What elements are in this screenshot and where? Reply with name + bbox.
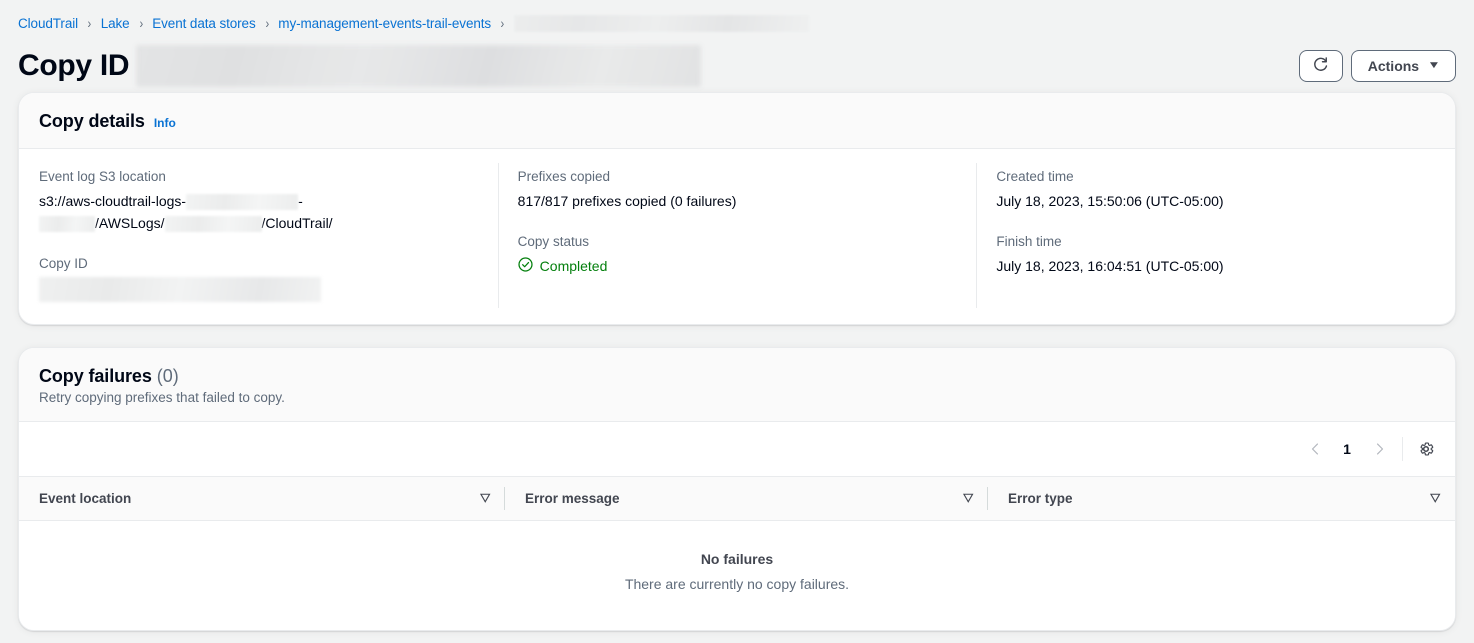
- table-toolbar: 1: [19, 422, 1455, 476]
- gear-icon[interactable]: [1411, 434, 1441, 464]
- breadcrumb-item-lake[interactable]: Lake: [101, 16, 130, 31]
- breadcrumb-separator-icon: ›: [87, 15, 91, 31]
- s3-location-prefix: s3://aws-cloudtrail-logs-: [39, 193, 186, 209]
- table-header-row: Event location ▽ Error message ▽ Error t…: [19, 477, 1455, 521]
- field-label: Finish time: [996, 232, 1435, 251]
- chevron-left-icon[interactable]: [1300, 434, 1330, 464]
- empty-state: No failures There are currently no copy …: [19, 521, 1455, 631]
- field-label: Copy status: [518, 232, 957, 251]
- chevron-right-icon[interactable]: [1364, 434, 1394, 464]
- copy-failures-card: Copy failures (0) Retry copying prefixes…: [18, 347, 1456, 631]
- page-title-group: Copy ID: [18, 45, 701, 87]
- field-value: s3://aws-cloudtrail-logs- - /AWSLogs/ /Clo…: [39, 190, 478, 234]
- s3-location-dash: -: [298, 193, 303, 209]
- column-header-event-location[interactable]: Event location ▽: [19, 477, 505, 521]
- breadcrumb-separator-icon: ›: [501, 15, 505, 31]
- field-event-log-s3-location: Event log S3 location s3://aws-cloudtrai…: [39, 167, 478, 234]
- copy-failures-table: Event location ▽ Error message ▽ Error t…: [19, 476, 1455, 630]
- page-title: Copy ID: [18, 47, 129, 85]
- breadcrumb-item-cloudtrail[interactable]: CloudTrail: [18, 16, 78, 31]
- refresh-icon: [1312, 56, 1329, 76]
- breadcrumb-item-event-data-stores[interactable]: Event data stores: [152, 16, 255, 31]
- header-actions: Actions ▼: [1299, 50, 1456, 82]
- pagination-page-1[interactable]: 1: [1332, 434, 1362, 464]
- detail-column-middle: Prefixes copied 817/817 prefixes copied …: [498, 167, 977, 302]
- copy-failures-description: Retry copying prefixes that failed to co…: [39, 390, 285, 405]
- detail-column-right: Created time July 18, 2023, 15:50:06 (UT…: [976, 167, 1455, 302]
- copy-details-card: Copy details Info Event log S3 location …: [18, 92, 1456, 325]
- column-header-label: Error type: [1008, 491, 1073, 506]
- field-label: Created time: [996, 167, 1435, 186]
- sort-icon: ▽: [480, 493, 490, 504]
- s3-location-suffix: /CloudTrail/: [262, 215, 333, 231]
- chevron-down-icon: ▼: [1427, 61, 1440, 71]
- field-value: July 18, 2023, 16:04:51 (UTC-05:00): [996, 255, 1435, 277]
- s3-account-redacted: [186, 194, 298, 210]
- status-label: Completed: [540, 255, 608, 277]
- field-finish-time: Finish time July 18, 2023, 16:04:51 (UTC…: [996, 232, 1435, 277]
- empty-state-description: There are currently no copy failures.: [19, 576, 1455, 592]
- table-header: Event location ▽ Error message ▽ Error t…: [19, 477, 1455, 521]
- breadcrumb-separator-icon: ›: [265, 15, 269, 31]
- column-header-error-message[interactable]: Error message ▽: [505, 477, 988, 521]
- info-link[interactable]: Info: [154, 116, 176, 130]
- field-prefixes-copied: Prefixes copied 817/817 prefixes copied …: [518, 167, 957, 212]
- s3-account-id-redacted: [165, 216, 262, 232]
- field-copy-id: Copy ID: [39, 254, 478, 302]
- copy-failures-title: Copy failures: [39, 366, 152, 387]
- column-header-error-type[interactable]: Error type ▽: [988, 477, 1455, 521]
- page-header: Copy ID Actions ▼: [0, 34, 1474, 92]
- table-empty-row: No failures There are currently no copy …: [19, 521, 1455, 631]
- copy-details-header: Copy details Info: [19, 93, 1455, 149]
- s3-region-redacted: [39, 216, 95, 232]
- field-value: 817/817 prefixes copied (0 failures): [518, 190, 957, 212]
- field-label: Prefixes copied: [518, 167, 957, 186]
- column-header-label: Event location: [39, 491, 131, 506]
- sort-icon: ▽: [963, 493, 973, 504]
- empty-state-title: No failures: [19, 551, 1455, 567]
- detail-column-left: Event log S3 location s3://aws-cloudtrai…: [19, 167, 498, 302]
- field-label: Event log S3 location: [39, 167, 478, 186]
- copy-details-title: Copy details: [39, 111, 145, 132]
- status-badge: Completed: [518, 255, 957, 277]
- field-label: Copy ID: [39, 254, 478, 273]
- column-header-label: Error message: [525, 491, 620, 506]
- actions-button-label: Actions: [1368, 58, 1419, 74]
- copy-failures-header: Copy failures (0) Retry copying prefixes…: [19, 348, 1455, 422]
- copy-details-body: Event log S3 location s3://aws-cloudtrai…: [19, 149, 1455, 324]
- field-created-time: Created time July 18, 2023, 15:50:06 (UT…: [996, 167, 1435, 212]
- breadcrumb-item-event-data-store-name[interactable]: my-management-events-trail-events: [278, 16, 491, 31]
- check-circle-icon: [518, 257, 533, 275]
- pagination: 1: [1300, 434, 1394, 464]
- field-copy-status: Copy status Completed: [518, 232, 957, 277]
- sort-icon: ▽: [1430, 493, 1440, 504]
- refresh-button[interactable]: [1299, 50, 1343, 82]
- copy-id-value-redacted: [39, 277, 321, 302]
- s3-location-mid: /AWSLogs/: [95, 215, 165, 231]
- breadcrumb: CloudTrail › Lake › Event data stores › …: [0, 0, 1474, 34]
- breadcrumb-item-redacted: [514, 15, 810, 32]
- page-title-value-redacted: [136, 45, 701, 87]
- field-value: July 18, 2023, 15:50:06 (UTC-05:00): [996, 190, 1435, 212]
- toolbar-divider: [1402, 437, 1403, 461]
- copy-failures-count: (0): [157, 366, 179, 387]
- actions-button[interactable]: Actions ▼: [1351, 50, 1456, 82]
- breadcrumb-separator-icon: ›: [139, 15, 143, 31]
- table-body: No failures There are currently no copy …: [19, 521, 1455, 631]
